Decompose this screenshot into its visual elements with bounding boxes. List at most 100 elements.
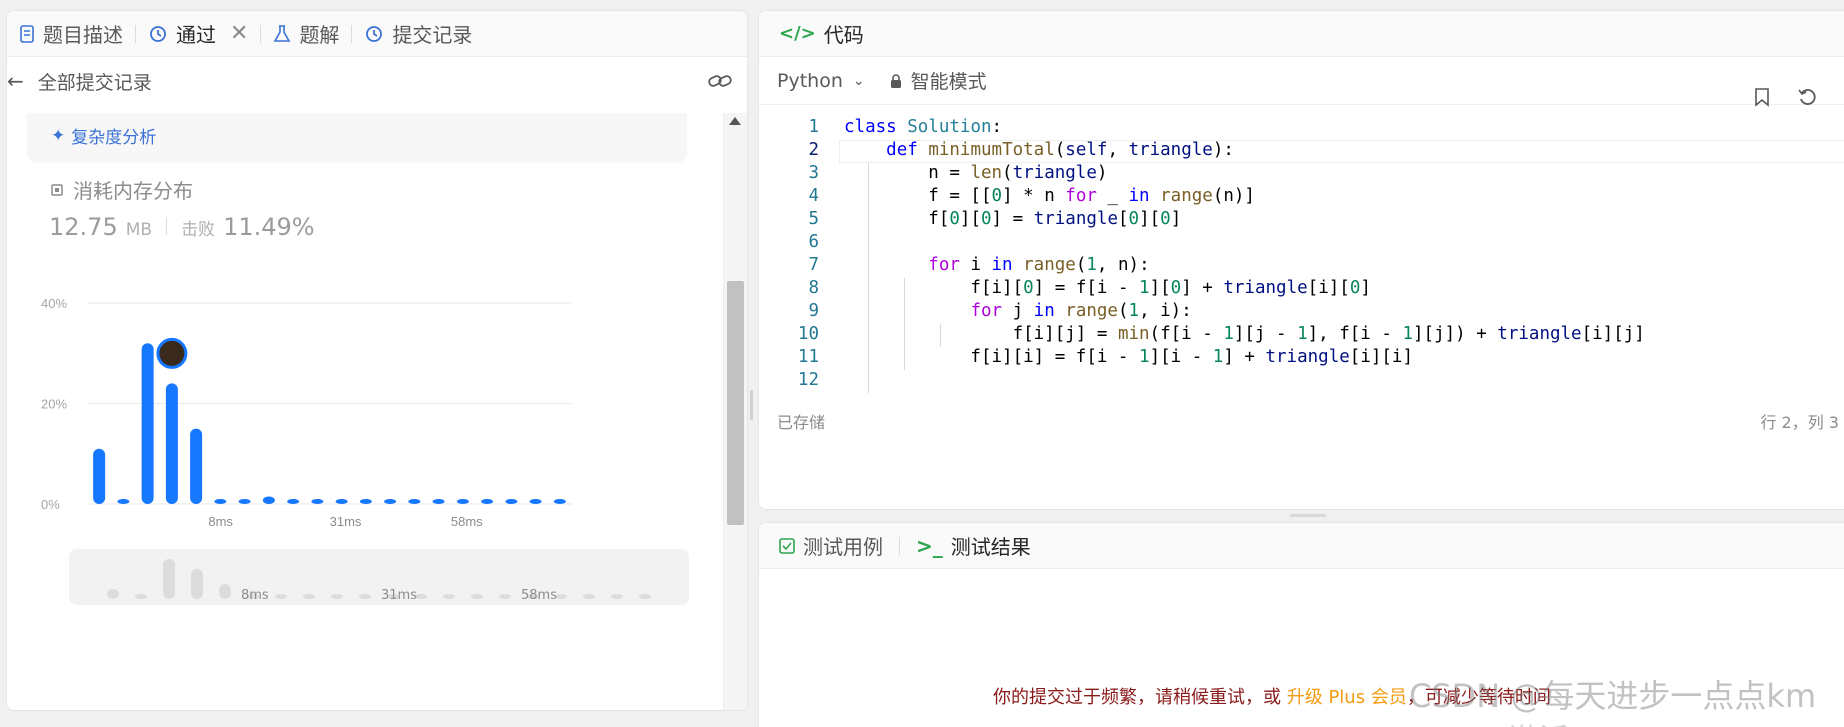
mini-x-label: 58ms — [521, 588, 557, 603]
horizontal-resize-handle[interactable] — [1290, 514, 1326, 517]
left-scrollbar[interactable] — [723, 113, 747, 710]
flask-icon — [274, 24, 291, 42]
smart-mode-toggle[interactable]: 智能模式 — [889, 67, 987, 94]
mini-bar — [499, 594, 511, 599]
lock-icon — [890, 73, 901, 88]
editor-status-bar: 已存储 行 2，列 3 — [759, 401, 1844, 441]
avatar — [156, 337, 188, 369]
y-tick-label: 40% — [41, 296, 67, 311]
code-line: for j in range(1, i): — [970, 301, 1192, 321]
mini-bar — [583, 594, 595, 599]
y-tick-label: 0% — [41, 497, 60, 512]
reset-icon[interactable] — [1797, 87, 1817, 107]
scroll-up-arrow[interactable] — [729, 117, 741, 125]
code-header: </> 代码 — [759, 11, 1844, 57]
code-line: class Solution: — [844, 117, 1003, 137]
tab-solutions[interactable]: 题解 — [261, 11, 351, 57]
history-icon — [366, 25, 383, 42]
tab-label: 通过 — [176, 23, 216, 47]
tab-label: 题解 — [299, 23, 340, 47]
watermark: CSDN @每天进步一点点km — [1409, 677, 1817, 715]
chart-bar[interactable] — [190, 428, 203, 504]
chart-bar[interactable] — [384, 498, 397, 504]
close-icon[interactable]: ✕ — [230, 21, 248, 46]
chart-bar[interactable] — [287, 498, 300, 504]
mini-bar — [639, 594, 651, 599]
back-button[interactable]: ← 全部提交记录 — [7, 68, 152, 95]
chart-bar[interactable] — [214, 498, 227, 504]
chart-bar[interactable] — [359, 498, 372, 504]
mini-x-label: 8ms — [241, 588, 269, 603]
code-panel: </> 代码 Python ⌄ 智能模式 ⤢ 1 2 3 4 5 6 7 8 9… — [758, 10, 1844, 510]
bookmark-icon[interactable] — [1753, 87, 1771, 107]
tab-test-result[interactable]: >_ 测试结果 — [916, 531, 1031, 560]
upgrade-plus-link[interactable]: 升级 Plus 会员 — [1287, 687, 1407, 708]
tab-testcase[interactable]: 测试用例 — [779, 531, 883, 560]
submission-subbar: ← 全部提交记录 — [7, 57, 747, 105]
chart-bar[interactable] — [505, 498, 518, 504]
mini-bar — [359, 594, 371, 599]
memory-distribution-title: 消耗内存分布 — [49, 175, 193, 204]
chart-range-navigator[interactable]: 8ms 31ms 58ms — [69, 549, 689, 605]
history-icon — [150, 25, 166, 42]
cursor-position: 行 2，列 3 — [1760, 413, 1839, 432]
beat-value: 11.49% — [223, 213, 315, 241]
complexity-analysis-link[interactable]: ✦ 复杂度分析 — [51, 123, 156, 149]
checkbox-icon — [779, 537, 795, 554]
code-line: n = len(triangle) — [844, 163, 1108, 183]
code-line: def minimumTotal(self, triangle): — [886, 140, 1234, 160]
code-line: f[i][i] = f[i - 1][i - 1] + triangle[i][… — [844, 347, 1413, 367]
link-icon[interactable] — [707, 71, 733, 91]
back-label: 全部提交记录 — [37, 71, 152, 94]
line-number: 9 — [808, 301, 819, 321]
memory-title-label: 消耗内存分布 — [73, 179, 193, 203]
y-tick-label: 20% — [41, 397, 67, 412]
memory-value: 12.75 — [49, 213, 118, 241]
mini-bar — [163, 559, 175, 599]
chart-bar[interactable] — [311, 498, 324, 504]
terminal-icon: >_ — [916, 533, 943, 558]
tab-description[interactable]: 题目描述 — [7, 11, 135, 57]
chevron-down-icon: ⌄ — [852, 72, 865, 89]
mini-bar — [303, 594, 315, 599]
chart-bar[interactable] — [238, 498, 251, 504]
chart-bar[interactable] — [93, 448, 106, 504]
mini-bar — [331, 594, 343, 599]
memory-unit: MB — [125, 220, 153, 240]
beat-label: 击败 — [181, 220, 216, 240]
tab-accepted[interactable]: 通过 ✕ — [136, 11, 260, 57]
tab-label: 题目描述 — [43, 23, 123, 47]
tab-label: 提交记录 — [392, 23, 473, 47]
chart-bar[interactable] — [165, 383, 178, 504]
line-number: 11 — [797, 347, 819, 367]
chart-bar[interactable] — [456, 498, 469, 504]
chart-bar[interactable] — [408, 498, 421, 504]
chart-bar[interactable] — [335, 498, 348, 504]
chart-bar[interactable] — [262, 496, 275, 504]
document-icon — [20, 24, 34, 43]
language-select[interactable]: Python ⌄ — [777, 70, 865, 92]
scrollbar-thumb[interactable] — [727, 281, 744, 525]
line-number: 5 — [808, 209, 819, 229]
chart-bar[interactable] — [553, 498, 566, 504]
chart-bar[interactable] — [117, 498, 130, 504]
tab-label: 测试结果 — [950, 535, 1031, 559]
chart-bar[interactable] — [141, 343, 154, 504]
line-number: 2 — [808, 140, 819, 160]
activation-watermark: 激活 Windows — [1509, 715, 1712, 727]
line-number: 1 — [808, 117, 819, 137]
language-label: Python — [777, 69, 843, 92]
code-icon: </> — [779, 23, 816, 44]
mini-bar — [219, 584, 231, 599]
chart-bar[interactable] — [432, 498, 445, 504]
mini-bar — [107, 589, 119, 599]
chart-bar[interactable] — [529, 498, 542, 504]
test-panel: 测试用例 >_ 测试结果 你的提交过于频繁，请稍候重试，或 升级 Plus 会员… — [758, 522, 1844, 727]
code-toolbar: Python ⌄ 智能模式 — [759, 57, 1844, 105]
tab-submissions[interactable]: 提交记录 — [352, 11, 484, 57]
mini-bar — [443, 594, 455, 599]
stats-divider — [166, 217, 168, 235]
chart-bar[interactable] — [481, 498, 494, 504]
panel-resize-handle[interactable] — [750, 390, 753, 420]
editor-actions: ⤢ — [1753, 87, 1844, 107]
